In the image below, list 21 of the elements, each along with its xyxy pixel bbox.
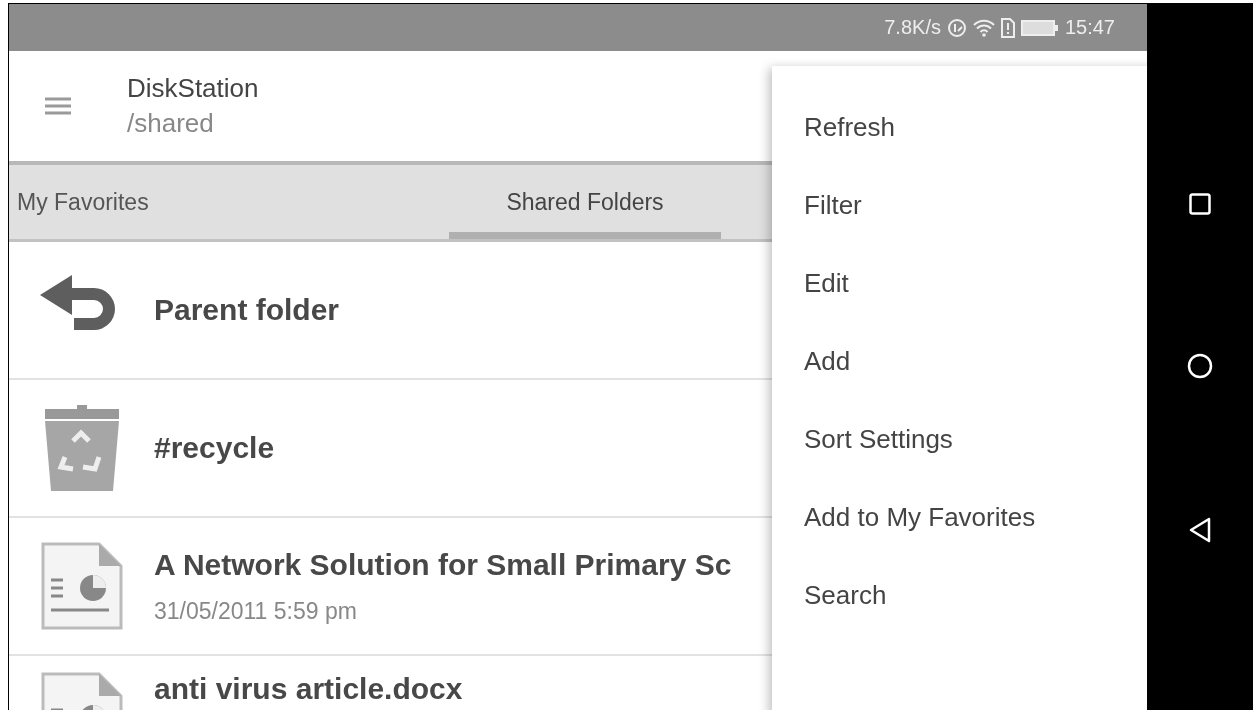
document-icon [40,542,123,630]
wifi-icon [972,18,995,37]
file-date: 31/05/2011 5:59 pm [154,597,358,625]
battery-icon [1020,18,1059,37]
back-icon[interactable] [1189,517,1211,543]
file-name: Parent folder [154,293,340,327]
tab[interactable]: Shared Folders [449,165,721,239]
recycle-bin-icon [42,405,121,491]
file-name: anti virus article.docx [154,672,463,706]
folder-path: /shared [127,108,215,139]
file-name: A Network Solution for Small Primary Sc [154,547,732,582]
home-icon[interactable] [1187,353,1213,379]
network-speed: 7.8K/s [884,16,941,39]
app-title: DiskStation [127,73,259,104]
recent-apps-icon[interactable] [1189,193,1211,215]
data-saver-icon [946,17,967,38]
clock: 15:47 [1064,16,1115,39]
tab[interactable]: My Favorites [9,165,449,239]
sim-alert-icon [1000,17,1015,38]
menu-icon[interactable] [45,97,71,115]
file-name: #recycle [154,431,275,465]
